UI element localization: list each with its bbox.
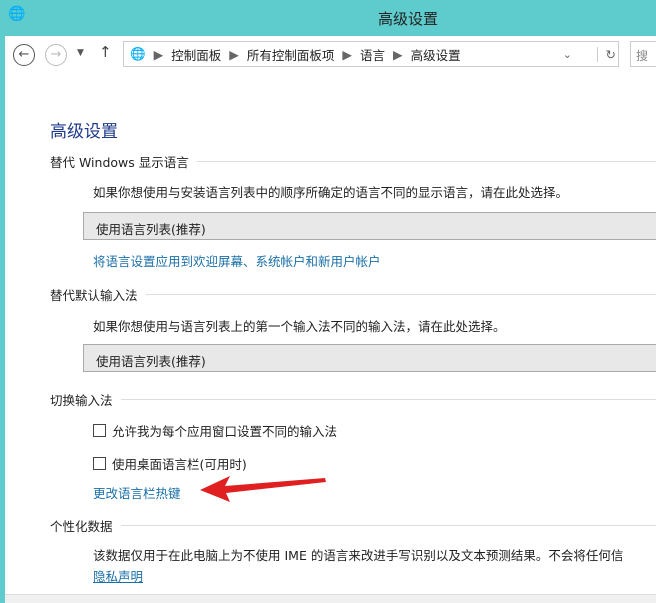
breadcrumb-item[interactable]: 控制面板 [171, 45, 221, 64]
search-input[interactable]: 搜 [630, 41, 656, 67]
section-heading: 替代 Windows 显示语言 [50, 152, 656, 171]
change-hotkeys-link[interactable]: 更改语言栏热键 [93, 483, 181, 502]
navigation-bar: ← → ▼ ↑ 🌐 ▶ 控制面板 ▶ 所有控制面板项 ▶ 语言 ▶ 高级设置 ⌄ ↻ 搜 [5, 36, 656, 72]
description: 如果你想使用与安装语言列表中的顺序所确定的语言不同的显示语言，请在此处选择。 [93, 185, 569, 200]
breadcrumb-item[interactable]: 所有控制面板项 [247, 45, 335, 64]
title-bar: 🌐 高级设置 [0, 0, 656, 36]
checkbox[interactable] [93, 457, 106, 470]
red-arrow-annotation [200, 476, 326, 502]
privacy-statement-link[interactable]: 隐私声明 [93, 566, 143, 585]
language-icon: 🌐 [130, 46, 146, 61]
bottom-bar [5, 594, 656, 603]
window-title: 高级设置 [377, 10, 438, 28]
section-heading: 切换输入法 [50, 390, 656, 409]
checkbox[interactable] [93, 424, 106, 437]
forward-button[interactable]: → [45, 44, 67, 66]
input-method-dropdown[interactable]: 使用语言列表(推荐) [83, 344, 656, 372]
description: 如果你想使用与语言列表上的第一个输入法不同的输入法，请在此处选择。 [93, 319, 506, 334]
up-arrow-icon[interactable]: ↑ [99, 43, 112, 61]
description: 该数据仅用于在此电脑上为不使用 IME 的语言来改进手写识别以及文本预测结果。不… [93, 548, 624, 563]
address-bar[interactable]: 🌐 ▶ 控制面板 ▶ 所有控制面板项 ▶ 语言 ▶ 高级设置 ⌄ ↻ [123, 41, 619, 67]
apply-settings-link[interactable]: 将语言设置应用到欢迎屏幕、系统帐户和新用户帐户 [93, 251, 381, 270]
breadcrumb-item[interactable]: 语言 [360, 45, 385, 64]
back-button[interactable]: ← [13, 44, 35, 66]
per-app-input-checkbox[interactable]: 允许我为每个应用窗口设置不同的输入法 [93, 421, 337, 440]
refresh-icon[interactable]: ↻ [596, 46, 616, 62]
display-language-dropdown[interactable]: 使用语言列表(推荐) [83, 212, 656, 240]
section-heading: 替代默认输入法 [50, 285, 656, 304]
section-heading: 个性化数据 [50, 516, 656, 535]
recent-dropdown-icon[interactable]: ▼ [77, 48, 84, 58]
breadcrumb-item[interactable]: 高级设置 [411, 45, 461, 64]
window-border [0, 0, 5, 603]
chevron-down-icon[interactable]: ⌄ [563, 48, 572, 61]
page-title: 高级设置 [50, 122, 118, 142]
